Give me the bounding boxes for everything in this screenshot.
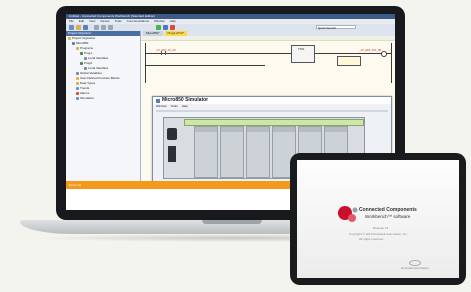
module-header: [273, 127, 295, 132]
ladder-toolbar: [141, 36, 395, 41]
sim-menu-tools[interactable]: Tools: [171, 104, 178, 108]
save-icon[interactable]: [83, 25, 88, 30]
brand-name: Connected Components: [359, 207, 417, 213]
input-terminal-strip: [184, 119, 364, 126]
stop-icon[interactable]: [170, 25, 175, 30]
ladder-rung: [145, 65, 265, 66]
left-power-rail: [145, 43, 146, 83]
tree-item[interactable]: Simulation: [66, 96, 140, 101]
laptop-notch: [202, 220, 262, 224]
release-label: Release 12: [373, 226, 389, 230]
folder-icon: [76, 82, 79, 85]
controller-port: [167, 128, 177, 140]
ladder-rung: [145, 53, 391, 54]
cut-icon[interactable]: [94, 25, 99, 30]
project-organizer-panel: Project Organizer Project Organizer Micr…: [66, 31, 141, 181]
sim-menu-window[interactable]: Window: [156, 104, 167, 108]
trend-icon: [76, 87, 79, 90]
folder-icon: [76, 47, 79, 50]
folder-icon: [76, 77, 79, 80]
variables-icon: [76, 72, 79, 75]
product-name: Workbench™ software: [365, 214, 411, 219]
simulator-title-bar: Micro850 Simulator: [153, 97, 391, 104]
module-header: [195, 127, 217, 132]
block-label: TON: [298, 47, 305, 51]
simulator-title: Micro850 Simulator: [162, 97, 209, 103]
paste-icon[interactable]: [108, 25, 113, 30]
open-folder-icon[interactable]: [76, 25, 81, 30]
copy-icon[interactable]: [101, 25, 106, 30]
project-tree: Project Organizer Micro850 Programs Prog…: [66, 36, 140, 101]
plug-in-module[interactable]: [220, 126, 244, 178]
variables-icon: [84, 57, 87, 60]
simulator-menu: Window Tools Help: [153, 104, 391, 108]
coil-icon[interactable]: [381, 51, 387, 57]
output-tag-label[interactable]: _IO_EM_DO_00: [359, 48, 381, 52]
simulator-toolbar: [156, 110, 388, 112]
right-power-rail: [391, 43, 392, 83]
tablet-screen: Connected Components Workbench™ software…: [297, 160, 459, 278]
sim-icon: [76, 97, 79, 100]
folder-icon: [68, 37, 71, 40]
variables-icon: [84, 67, 87, 70]
contact-icon[interactable]: [161, 51, 166, 55]
alarm-icon: [76, 92, 79, 95]
preset-field[interactable]: [337, 56, 361, 66]
module-header: [299, 127, 321, 132]
build-icon[interactable]: [156, 25, 161, 30]
status-led-panel: [168, 146, 176, 162]
company-name: Rockwell Automation: [401, 266, 429, 270]
plug-in-module[interactable]: [246, 126, 270, 178]
program-icon: [80, 52, 83, 55]
controller-icon: [72, 42, 75, 45]
download-icon[interactable]: [163, 25, 168, 30]
sim-menu-help[interactable]: Help: [182, 104, 188, 108]
module-header: [247, 127, 269, 132]
ccw-logo-icon: [338, 206, 358, 222]
module-header: [325, 127, 347, 132]
copyright-text: Copyright © 2019 Rockwell Automation, In…: [349, 232, 408, 236]
new-file-icon[interactable]: [69, 25, 74, 30]
tree-item-label: Simulation: [80, 96, 95, 100]
rights-text: All rights reserved.: [359, 237, 384, 241]
module-header: [221, 127, 243, 132]
quick-search-input[interactable]: Quick Search: [316, 25, 356, 30]
plug-in-module[interactable]: [194, 126, 218, 178]
simulator-app-icon: [156, 98, 160, 103]
ton-block[interactable]: TON: [291, 45, 315, 63]
program-icon: [80, 62, 83, 65]
